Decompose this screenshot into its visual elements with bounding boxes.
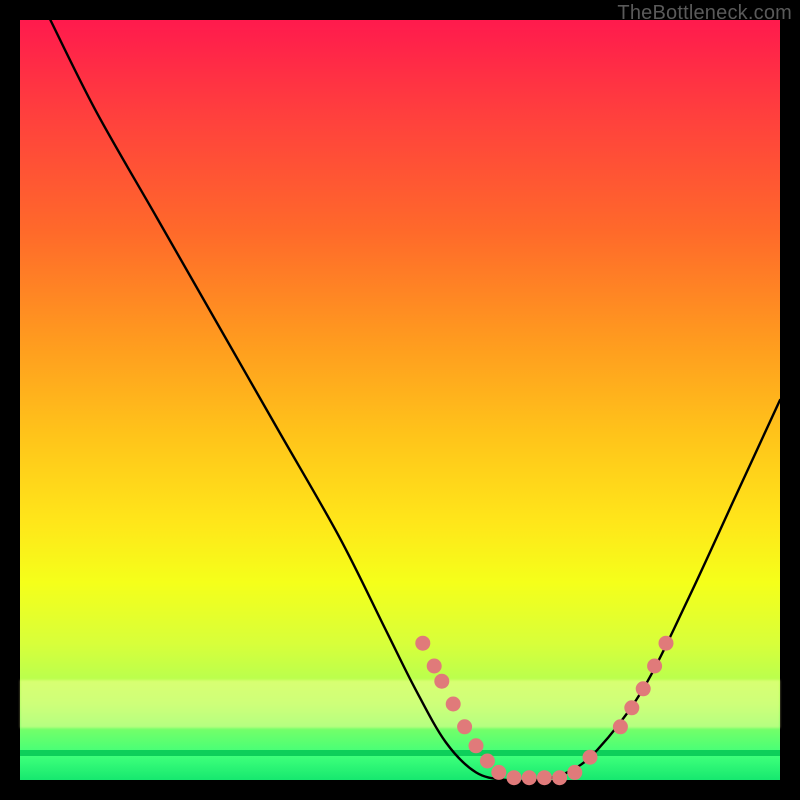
- marker-dot: [636, 681, 651, 696]
- bottleneck-curve: [50, 20, 780, 781]
- curve-layer: [20, 20, 780, 780]
- plot-area: [20, 20, 780, 780]
- marker-dot: [624, 700, 639, 715]
- marker-dot: [446, 697, 461, 712]
- marker-dot: [583, 750, 598, 765]
- marker-dot: [613, 719, 628, 734]
- highlight-markers: [415, 636, 673, 786]
- marker-dot: [647, 659, 662, 674]
- marker-dot: [480, 754, 495, 769]
- marker-dot: [507, 770, 522, 785]
- marker-dot: [457, 719, 472, 734]
- marker-dot: [427, 659, 442, 674]
- marker-dot: [491, 765, 506, 780]
- marker-dot: [469, 738, 484, 753]
- marker-dot: [434, 674, 449, 689]
- marker-dot: [567, 765, 582, 780]
- marker-dot: [522, 770, 537, 785]
- marker-dot: [659, 636, 674, 651]
- marker-dot: [552, 770, 567, 785]
- marker-dot: [537, 770, 552, 785]
- marker-dot: [415, 636, 430, 651]
- chart-frame: TheBottleneck.com: [0, 0, 800, 800]
